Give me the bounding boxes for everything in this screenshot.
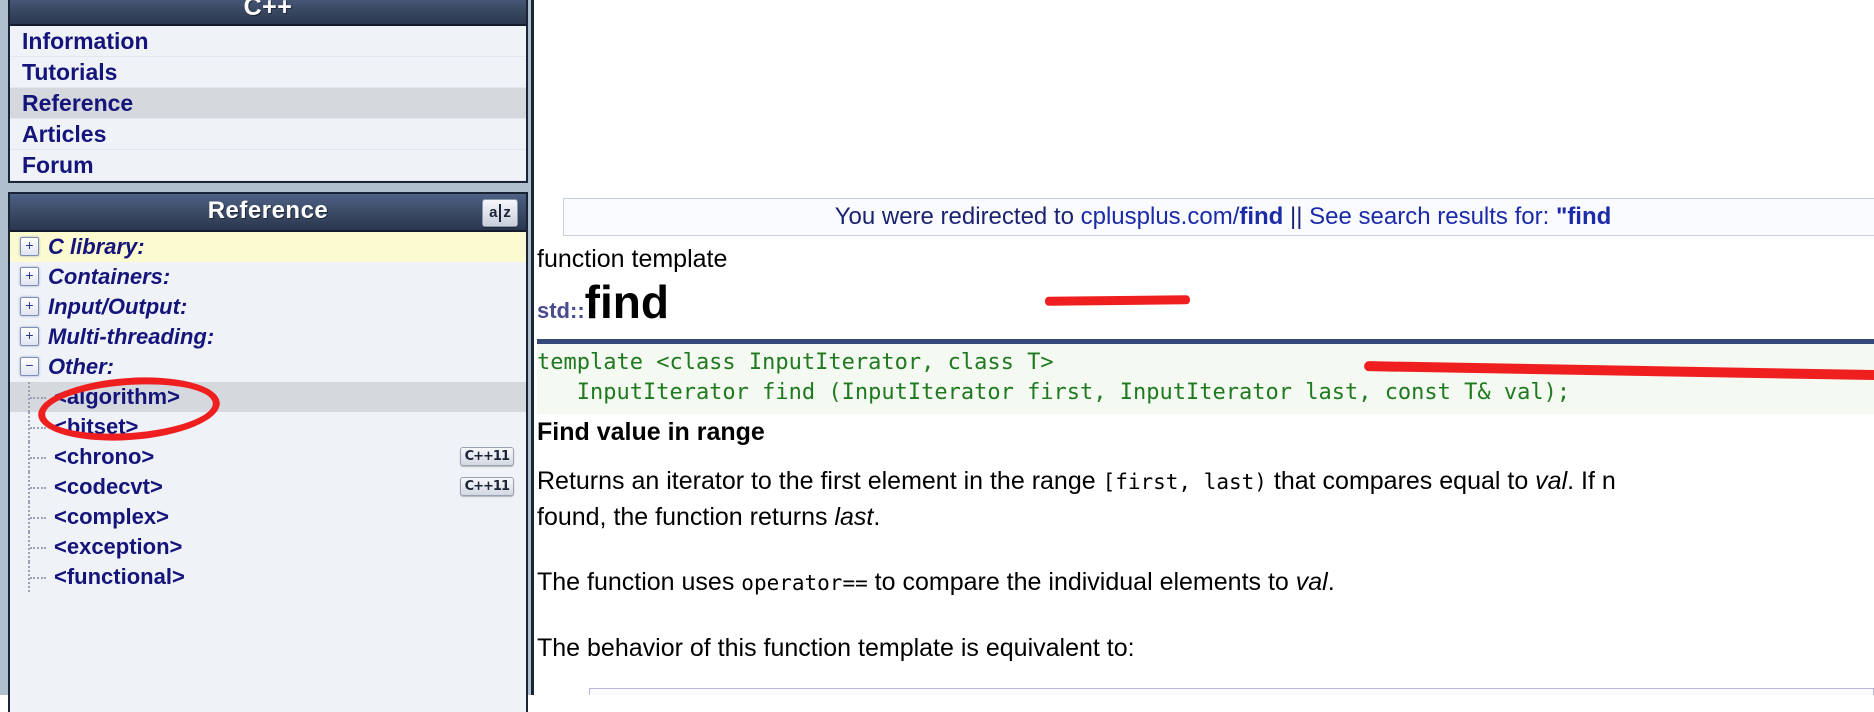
sidebar-item-label: Reference: [22, 90, 134, 116]
reference-panel-title: Reference az: [10, 194, 526, 232]
dictionary-icon-left-letter: a: [489, 204, 498, 221]
tree-item-label: <complex>: [54, 504, 169, 529]
redirect-site-bold-text: find: [1239, 203, 1284, 230]
sidebar-item-label: Forum: [22, 152, 94, 178]
tree-group-c-library[interactable]: + C library:: [10, 232, 526, 262]
sidebar-item-tutorials[interactable]: Tutorials: [10, 57, 526, 88]
tree-item-label: <chrono>: [54, 444, 155, 469]
paragraph2-val-emphasis: val: [1295, 568, 1328, 596]
paragraph1-range-code: [first, last): [1102, 470, 1267, 494]
tree-item-label: Other:: [48, 354, 114, 379]
paragraph2-text-c: .: [1327, 568, 1335, 596]
tree-item-label: <bitset>: [54, 414, 139, 439]
cpp-nav-panel-title: C++: [10, 0, 526, 26]
search-results-link[interactable]: See search results for: "find: [1309, 203, 1611, 230]
tree-item-label: <functional>: [54, 564, 185, 589]
function-signature-block: template <class InputIterator, class T> …: [537, 344, 1874, 414]
function-name: find: [584, 276, 669, 328]
tree-group-input-output[interactable]: + Input/Output:: [10, 292, 526, 322]
redirect-site-link[interactable]: cplusplus.com/find: [1081, 203, 1284, 230]
dictionary-az-icon[interactable]: az: [482, 199, 518, 227]
description-paragraph-1-line2: found, the function returns last.: [537, 500, 1874, 535]
sidebar-item-reference[interactable]: Reference: [10, 88, 526, 119]
dictionary-icon-spine: [499, 204, 502, 222]
tree-item-label: <exception>: [54, 534, 183, 559]
cpp-nav-list: Information Tutorials Reference Articles…: [10, 26, 526, 181]
description-paragraph-2: The function uses operator== to compare …: [537, 565, 1874, 601]
left-sidebar: C++ Information Tutorials Reference Arti…: [0, 0, 534, 712]
sidebar-divider: [528, 0, 534, 695]
expand-plus-icon[interactable]: +: [20, 326, 39, 346]
page-root: C++ Information Tutorials Reference Arti…: [0, 0, 1874, 712]
sidebar-item-label: Tutorials: [22, 59, 118, 85]
tree-item-exception[interactable]: <exception>: [10, 532, 526, 562]
redirect-notice-bar: You were redirected to cplusplus.com/fin…: [563, 198, 1874, 236]
reference-tree: + C library: + Containers: + Input/Output: …: [10, 232, 526, 592]
function-kind-label: function template: [537, 245, 728, 273]
redirect-prefix-text: You were redirected to: [834, 203, 1081, 230]
expand-plus-icon[interactable]: +: [20, 296, 39, 316]
tree-item-codecvt[interactable]: <codecvt> C++11: [10, 472, 526, 502]
description-paragraph-1: Returns an iterator to the first element…: [537, 464, 1874, 500]
redirect-separator: ||: [1283, 203, 1310, 230]
paragraph2-operator-code: operator==: [741, 571, 868, 595]
section-heading: Find value in range: [537, 418, 765, 446]
reference-panel: Reference az + C library: + Containers: + I…: [8, 192, 528, 712]
tree-item-label: C library:: [48, 234, 145, 259]
namespace-prefix: std::: [537, 298, 585, 323]
tree-item-complex[interactable]: <complex>: [10, 502, 526, 532]
tree-item-label: Containers:: [48, 264, 171, 289]
description-paragraph-3: The behavior of this function template i…: [537, 634, 1135, 662]
tree-item-label: <codecvt>: [54, 474, 163, 499]
tree-item-functional[interactable]: <functional>: [10, 562, 526, 592]
tree-item-chrono[interactable]: <chrono> C++11: [10, 442, 526, 472]
tree-item-bitset[interactable]: <bitset>: [10, 412, 526, 442]
tree-item-label: Input/Output:: [48, 294, 188, 319]
paragraph1-val-emphasis: val: [1535, 467, 1568, 495]
tree-item-algorithm[interactable]: <algorithm>: [10, 382, 526, 412]
tree-item-label: Multi-threading:: [48, 324, 215, 349]
article-body: function template std::find template <cl…: [537, 242, 1874, 666]
dictionary-icon-right-letter: z: [503, 204, 511, 221]
paragraph1-line2-text-b: .: [873, 503, 881, 531]
search-results-text: See search results for:: [1309, 203, 1556, 230]
signature-line-2: InputIterator find (InputIterator first,…: [537, 380, 1571, 405]
sidebar-item-label: Articles: [22, 121, 107, 147]
paragraph1-line2-text-a: found, the function returns: [537, 503, 835, 531]
cpp-nav-panel: C++ Information Tutorials Reference Arti…: [8, 0, 528, 183]
redirect-site-text: cplusplus.com/: [1080, 203, 1240, 230]
tree-item-label: <algorithm>: [54, 384, 180, 409]
expand-plus-icon[interactable]: +: [20, 266, 39, 286]
paragraph1-text-b: that compares equal to: [1266, 467, 1536, 495]
main-content: You were redirected to cplusplus.com/fin…: [537, 0, 1874, 695]
cpp11-badge: C++11: [459, 477, 514, 496]
paragraph1-text-c: . If n: [1567, 467, 1616, 495]
search-query-text: "find: [1555, 203, 1612, 230]
sidebar-item-articles[interactable]: Articles: [10, 119, 526, 150]
tree-group-containers[interactable]: + Containers:: [10, 262, 526, 292]
cpp-nav-panel-title-text: C++: [243, 0, 293, 21]
expand-plus-icon[interactable]: +: [20, 236, 39, 256]
signature-line-1: template <class InputIterator, class T>: [537, 350, 1054, 375]
paragraph2-text-b: to compare the individual elements to: [867, 568, 1296, 596]
sidebar-item-information[interactable]: Information: [10, 26, 526, 57]
equivalent-code-box: [589, 688, 1874, 695]
collapse-minus-icon[interactable]: −: [20, 356, 39, 376]
sidebar-item-forum[interactable]: Forum: [10, 150, 526, 181]
tree-group-multi-threading[interactable]: + Multi-threading:: [10, 322, 526, 352]
paragraph1-text-a: Returns an iterator to the first element…: [537, 467, 1103, 495]
sidebar-item-label: Information: [22, 28, 149, 54]
reference-panel-title-text: Reference: [207, 197, 329, 224]
paragraph1-line2-last-emphasis: last: [834, 503, 874, 531]
paragraph2-text-a: The function uses: [537, 568, 742, 596]
tree-group-other[interactable]: − Other:: [10, 352, 526, 382]
cpp11-badge: C++11: [459, 447, 514, 466]
page-title: std::find: [537, 276, 1874, 337]
